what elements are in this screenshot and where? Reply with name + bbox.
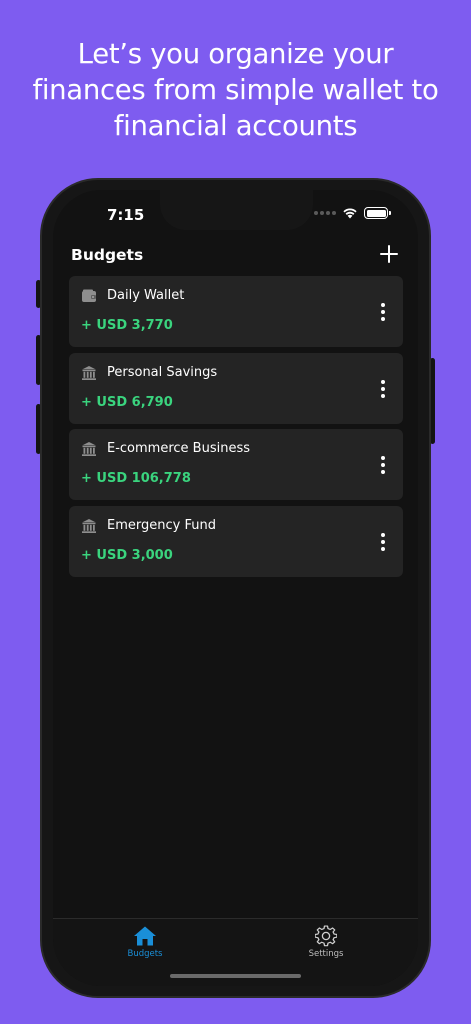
budget-name: Daily Wallet bbox=[107, 288, 185, 303]
budget-name: E-commerce Business bbox=[107, 441, 250, 456]
bank-icon bbox=[82, 442, 96, 456]
phone-notch bbox=[160, 190, 313, 230]
tab-budgets[interactable]: Budgets bbox=[95, 925, 195, 959]
home-indicator bbox=[170, 974, 301, 978]
more-options-icon[interactable] bbox=[375, 456, 391, 474]
budget-card-emergency-fund[interactable]: Emergency Fund + USD 3,000 bbox=[69, 505, 403, 577]
wallet-icon bbox=[82, 289, 96, 302]
budget-amount: + USD 106,778 bbox=[81, 471, 191, 486]
more-options-icon[interactable] bbox=[375, 532, 391, 551]
budget-name: Personal Savings bbox=[107, 364, 218, 380]
promo-headline: Let’s you organize your finances from si… bbox=[32, 38, 439, 142]
signal-icon bbox=[314, 211, 336, 215]
bank-icon bbox=[82, 518, 96, 533]
tab-bar: Budgets Settings bbox=[53, 918, 418, 986]
budget-list: Daily Wallet + USD 3,770 Personal Saving… bbox=[69, 276, 403, 582]
phone-frame: 7:15 Budgets Daily Wallet + USD 3,770 Pe… bbox=[40, 178, 431, 998]
budget-name: Emergency Fund bbox=[107, 517, 216, 533]
budget-amount: + USD 6,790 bbox=[81, 394, 173, 410]
tab-settings[interactable]: Settings bbox=[276, 925, 376, 959]
bank-icon bbox=[82, 365, 96, 380]
gear-icon bbox=[315, 925, 337, 947]
tab-settings-label: Settings bbox=[308, 949, 344, 959]
more-options-icon[interactable] bbox=[375, 379, 391, 398]
add-budget-button[interactable] bbox=[378, 243, 400, 265]
battery-icon bbox=[364, 207, 391, 219]
status-icons bbox=[314, 207, 391, 219]
budget-card-e-commerce-business[interactable]: E-commerce Business + USD 106,778 bbox=[69, 429, 403, 500]
more-options-icon[interactable] bbox=[375, 303, 391, 321]
tab-budgets-label: Budgets bbox=[127, 949, 163, 959]
app-screen: 7:15 Budgets Daily Wallet + USD 3,770 Pe… bbox=[53, 190, 418, 986]
wifi-icon bbox=[343, 208, 357, 219]
budget-amount: + USD 3,000 bbox=[81, 547, 173, 563]
status-time: 7:15 bbox=[107, 206, 145, 224]
budget-card-personal-savings[interactable]: Personal Savings + USD 6,790 bbox=[69, 352, 403, 424]
page-title: Budgets bbox=[71, 246, 144, 264]
home-icon bbox=[134, 926, 156, 946]
budget-card-daily-wallet[interactable]: Daily Wallet + USD 3,770 bbox=[69, 276, 403, 347]
budget-amount: + USD 3,770 bbox=[81, 318, 173, 333]
